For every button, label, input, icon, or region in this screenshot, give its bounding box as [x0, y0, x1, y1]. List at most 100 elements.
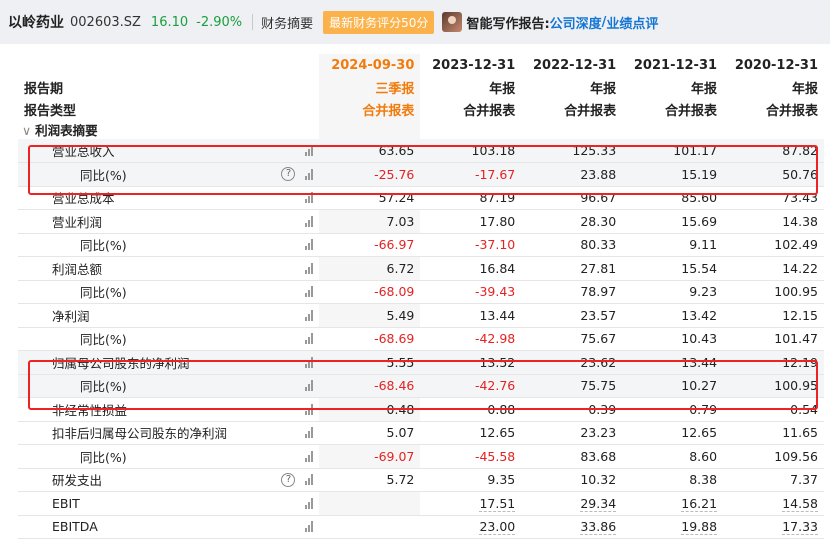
- bar-chart-icon[interactable]: [305, 215, 314, 227]
- table-row[interactable]: 营业利润 7.03 17.80 28.30 15.69 14.38: [18, 209, 824, 234]
- row-label: EBITDA: [52, 519, 98, 535]
- bar-chart-icon[interactable]: [305, 427, 314, 439]
- table-row[interactable]: 非经常性损益 0.48 0.88 0.39 0.79 0.54: [18, 397, 824, 422]
- help-icon[interactable]: ?: [281, 472, 296, 487]
- row-label-wrap: 同比(%): [80, 447, 314, 466]
- value-text: 12.65: [681, 425, 718, 441]
- value-cell: 63.65: [319, 139, 421, 163]
- value-text: 23.88: [580, 166, 617, 182]
- value-text: 8.38: [689, 472, 718, 488]
- row-label-cell: 同比(%): [18, 233, 320, 257]
- section-title-cell[interactable]: ∨ 利润表摘要: [18, 120, 319, 139]
- table-row[interactable]: 净利润 5.49 13.44 23.57 13.42 12.15: [18, 303, 824, 328]
- table-row[interactable]: 营业总成本 57.24 87.19 96.67 85.60 73.43: [18, 186, 824, 210]
- row-label-wrap: 同比(%)?: [80, 165, 314, 184]
- table-row[interactable]: 研发支出? 5.72 9.35 10.32 8.38 7.37: [18, 468, 824, 492]
- row-icons: [305, 309, 314, 321]
- bar-chart-icon[interactable]: [305, 380, 314, 392]
- row-icons: [305, 192, 314, 204]
- value-cell: 12.65: [420, 421, 522, 445]
- value-cell: 5.49: [319, 303, 421, 328]
- value-text: 23.00: [479, 519, 516, 536]
- value-cell: 29.34: [521, 491, 623, 516]
- value-text: 103.18: [471, 143, 516, 158]
- value-cell: 23.00: [420, 515, 522, 539]
- bar-chart-icon[interactable]: [305, 521, 314, 533]
- section-income-summary[interactable]: ∨ 利润表摘要: [18, 120, 824, 139]
- table-row[interactable]: 利润总额 6.72 16.84 27.81 15.54 14.22: [18, 256, 824, 281]
- table-row[interactable]: EBIT 17.51 29.34 16.21 14.58: [18, 491, 824, 516]
- value-text: 15.19: [681, 166, 718, 182]
- value-text: 29.34: [580, 495, 617, 512]
- row-label-cell: 研发支出?: [18, 468, 320, 492]
- row-label-cell: 利润总额: [18, 256, 320, 281]
- row-icons: [305, 356, 314, 368]
- chevron-down-icon[interactable]: ∨: [22, 123, 31, 138]
- table-row[interactable]: 营业总收入 63.65 103.18 125.33 101.17 87.82: [18, 139, 824, 163]
- tab-financial-summary[interactable]: 财务摘要: [261, 13, 313, 32]
- row-label: 扣非后归属母公司股东的净利润: [52, 426, 228, 442]
- table-row[interactable]: 扣非后归属母公司股东的净利润 5.07 12.65 23.23 12.65 11.65: [18, 421, 824, 445]
- bar-chart-icon[interactable]: [305, 450, 314, 462]
- value-cell: 8.38: [622, 468, 724, 492]
- bar-chart-icon[interactable]: [305, 309, 314, 321]
- statement-kind-3: 合并报表: [665, 103, 718, 119]
- bar-chart-icon[interactable]: [305, 333, 314, 345]
- table-row[interactable]: 同比(%) -66.97 -37.10 80.33 9.11 102.49: [18, 233, 824, 257]
- value-text: 50.76: [782, 166, 818, 182]
- value-cell: 12.15: [723, 303, 824, 328]
- row-icons: [305, 262, 314, 274]
- table-row[interactable]: 同比(%) -68.69 -42.98 75.67 10.43 101.47: [18, 327, 824, 351]
- bar-chart-icon[interactable]: [305, 192, 314, 204]
- value-cell: 9.11: [622, 233, 724, 257]
- bar-chart-icon[interactable]: [305, 497, 314, 509]
- bar-chart-icon[interactable]: [305, 168, 314, 180]
- table-row[interactable]: 归属母公司股东的净利润 5.55 13.52 23.62 13.44 12.19: [18, 350, 824, 375]
- bar-chart-icon[interactable]: [305, 239, 314, 251]
- table-row[interactable]: 同比(%) -68.09 -39.43 78.97 9.23 100.95: [18, 280, 824, 304]
- header-date-3[interactable]: 2021-12-31: [622, 54, 723, 76]
- value-text: 8.60: [689, 448, 718, 464]
- value-cell: 96.67: [521, 186, 623, 210]
- bar-chart-icon[interactable]: [305, 403, 314, 415]
- row-icons: [305, 521, 314, 533]
- bar-chart-icon[interactable]: [305, 474, 314, 486]
- row-icons: [305, 380, 314, 392]
- link-earnings-review[interactable]: 业绩点评: [606, 13, 658, 32]
- bar-chart-icon[interactable]: [305, 286, 314, 298]
- bar-chart-icon[interactable]: [305, 145, 314, 156]
- value-cell: 17.51: [420, 491, 522, 516]
- value-cell: 10.43: [622, 327, 724, 351]
- row-label: 同比(%): [80, 449, 127, 465]
- value-text: 13.52: [479, 354, 516, 370]
- bar-chart-icon[interactable]: [305, 262, 314, 274]
- header-date-0[interactable]: 2024-09-30: [319, 54, 421, 76]
- value-cell: 14.38: [723, 209, 824, 234]
- header-date-2[interactable]: 2022-12-31: [521, 54, 622, 76]
- bar-chart-icon[interactable]: [305, 356, 314, 368]
- header-date-1[interactable]: 2023-12-31: [420, 54, 521, 76]
- value-text: 12.15: [782, 307, 818, 323]
- row-label: 同比(%): [80, 379, 127, 395]
- row-label-wrap: 同比(%): [80, 376, 314, 395]
- value-cell: 8.60: [622, 444, 724, 469]
- link-company-depth[interactable]: 公司深度: [550, 13, 602, 32]
- row-label-cell: 同比(%)?: [18, 162, 320, 187]
- header-date-4[interactable]: 2020-12-31: [723, 54, 824, 76]
- help-icon[interactable]: ?: [281, 167, 296, 182]
- value-text: -17.67: [474, 166, 516, 182]
- value-cell: 15.54: [622, 256, 724, 281]
- table-row[interactable]: 同比(%) -68.46 -42.76 75.75 10.27 100.95: [18, 374, 824, 398]
- value-text: 109.56: [774, 448, 818, 464]
- value-text: 23.62: [580, 354, 617, 370]
- value-cell: 102.49: [723, 233, 824, 257]
- value-cell: 87.82: [723, 139, 824, 163]
- row-label-cell: EBITDA: [18, 515, 320, 539]
- value-cell: 75.67: [521, 327, 623, 351]
- value-text: 75.67: [580, 331, 617, 347]
- financial-score-badge[interactable]: 最新财务评分50分: [323, 10, 435, 34]
- table-row[interactable]: 同比(%)? -25.76 -17.67 23.88 15.19 50.76: [18, 162, 824, 187]
- value-cell: 73.43: [723, 186, 824, 210]
- table-row[interactable]: 同比(%) -69.07 -45.58 83.68 8.60 109.56: [18, 444, 824, 469]
- table-row[interactable]: EBITDA 23.00 33.86 19.88 17.33: [18, 515, 824, 539]
